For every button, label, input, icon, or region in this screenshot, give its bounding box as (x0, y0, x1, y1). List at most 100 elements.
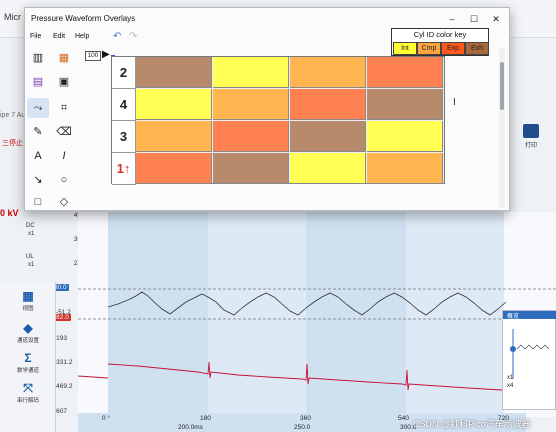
tool-label: 数学通道 (16, 368, 39, 374)
key-expansion: Exp (441, 42, 465, 55)
key-compression: Cmp (417, 42, 441, 55)
pressure-waveform-dialog: Pressure Waveform Overlays – ☐ ✕ File Ed… (24, 7, 510, 211)
grid-cell[interactable] (136, 153, 212, 184)
channel-scale: x1 (28, 262, 35, 268)
dialog-title: Pressure Waveform Overlays (31, 14, 136, 23)
y-label: -331.2 (54, 359, 73, 366)
row-label-cyl: 4 (112, 89, 136, 121)
background-app-title: Micr (4, 12, 21, 22)
grid-cell[interactable] (367, 121, 443, 152)
scrollbar-thumb[interactable] (500, 62, 504, 110)
cylinder-phase-grid[interactable]: 2 4 3 1↑ (111, 56, 445, 185)
text-cursor-icon: I (453, 97, 456, 108)
menu-file[interactable]: File (30, 33, 41, 40)
table-icon[interactable]: ▣ (53, 72, 75, 92)
grid-icon: ▦ (22, 289, 34, 303)
time-tick: 250.0 (294, 424, 311, 431)
time-tick: 200.0ms (178, 424, 203, 431)
channel-name[interactable]: UL (26, 254, 34, 260)
channel-settings-button[interactable]: ◆ 通道设置 (6, 322, 50, 344)
waveform-plot[interactable]: 80.0 -51.2 -82.0 -193 -331.2 -469.2 -607 (52, 212, 556, 417)
color-grid-icon[interactable]: ▦ (53, 48, 75, 68)
print-button[interactable]: 打印 (520, 124, 542, 154)
cycle-band (208, 212, 306, 417)
grid-cell[interactable] (367, 57, 443, 88)
key-intake: Int (393, 42, 417, 55)
serial-decode-button[interactable]: ⤧ 串行解码 (6, 382, 50, 404)
row-label-cyl: 3 (112, 121, 136, 153)
printer-icon (523, 124, 539, 138)
tool-label: 串行解码 (16, 398, 39, 404)
grid-cell[interactable] (213, 89, 289, 120)
eraser-icon[interactable]: ⌫ (53, 122, 75, 142)
overview-scale: x1 (507, 375, 514, 381)
rect-icon[interactable]: □ (27, 192, 49, 212)
italic-text-icon[interactable]: I (53, 146, 75, 166)
left-toolbar: ▦ 视图 ◆ 通道设置 Σ 数学通道 ⤧ 串行解码 (0, 282, 56, 432)
grid-cell[interactable] (290, 121, 366, 152)
tool-label: 通道设置 (16, 338, 39, 344)
overview-trace (510, 329, 550, 379)
grid-cell[interactable] (290, 89, 366, 120)
channel-name[interactable]: DC (26, 223, 35, 229)
overview-scale: x4 (507, 383, 514, 389)
grid-cell[interactable] (213, 57, 289, 88)
grid-cell[interactable] (136, 121, 212, 152)
y-label: -469.2 (54, 383, 73, 390)
chart-icon[interactable]: ▤ (27, 72, 49, 92)
text-icon[interactable]: A (27, 146, 49, 166)
grid-cell[interactable] (136, 57, 212, 88)
zoom-field[interactable]: 100 (85, 51, 101, 61)
decode-icon: ⤧ (23, 381, 33, 395)
cyl-color-key: Cyl ID color key Int Cmp Exp Exh (391, 28, 489, 56)
grid-cell[interactable] (213, 121, 289, 152)
menu-bar: File Edit Help (25, 30, 225, 44)
grid-cell[interactable] (290, 153, 366, 184)
angle-tick: 360 (300, 415, 311, 422)
watermark: CSDN @虹科Pico汽车示波器 (413, 419, 531, 429)
shape-icon[interactable]: ◇ (53, 192, 75, 212)
pen-icon[interactable]: ✎ (27, 122, 49, 142)
view-button[interactable]: ▦ 视图 (6, 290, 50, 312)
grid-cell[interactable] (367, 153, 443, 184)
stop-label[interactable]: 三停止 (2, 138, 23, 148)
dialog-titlebar[interactable]: Pressure Waveform Overlays – ☐ ✕ (25, 8, 509, 30)
overview-title-bar: 概览 (503, 311, 556, 320)
waveform-canvas (78, 212, 556, 417)
angle-tick: 0 ° (102, 415, 111, 422)
bars-icon[interactable]: ▥ (27, 48, 49, 68)
grid-cell[interactable] (136, 89, 212, 120)
row-label-cyl: 2 (112, 57, 136, 89)
zoom-pointer-icon: ▶ (102, 49, 110, 60)
grid-cell[interactable] (213, 153, 289, 184)
math-channel-button[interactable]: Σ 数学通道 (6, 352, 50, 374)
crop-icon[interactable]: ⌗ (53, 98, 75, 118)
cycle-band (306, 212, 406, 417)
ellipse-icon[interactable]: ○ (53, 170, 75, 190)
close-icon[interactable]: ✕ (487, 12, 505, 26)
row-label-cyl: 1↑ (112, 153, 136, 185)
sigma-icon: Σ (24, 351, 32, 365)
angle-tick: 540 (398, 415, 409, 422)
maximize-icon[interactable]: ☐ (465, 12, 483, 26)
select-icon[interactable]: ⤳ (27, 98, 49, 118)
tool-palette: ▥ ▦ ▤ ▣ ⤳ ⌗ ✎ ⌫ A I ↘ ○ □ ◇ (27, 48, 79, 210)
vertical-scrollbar[interactable] (499, 48, 505, 208)
color-key-title: Cyl ID color key (413, 30, 467, 39)
undo-icon[interactable]: ↶ (113, 31, 121, 42)
channel-scale: x1 (28, 231, 35, 237)
current-trace-lead (78, 375, 109, 379)
cube-icon: ◆ (23, 321, 33, 335)
print-label: 打印 (524, 143, 537, 149)
arrow-icon[interactable]: ↘ (27, 170, 49, 190)
angle-tick: 180 (200, 415, 211, 422)
key-exhaust: Exh (465, 42, 489, 55)
menu-help[interactable]: Help (75, 33, 89, 40)
minimize-icon[interactable]: – (443, 12, 461, 26)
redo-icon[interactable]: ↷ (129, 31, 137, 42)
overview-panel[interactable]: 概览 x1 x4 (502, 310, 556, 410)
grid-cell[interactable] (290, 57, 366, 88)
menu-edit[interactable]: Edit (53, 33, 65, 40)
tool-label: 视图 (22, 306, 34, 312)
grid-cell[interactable] (367, 89, 443, 120)
